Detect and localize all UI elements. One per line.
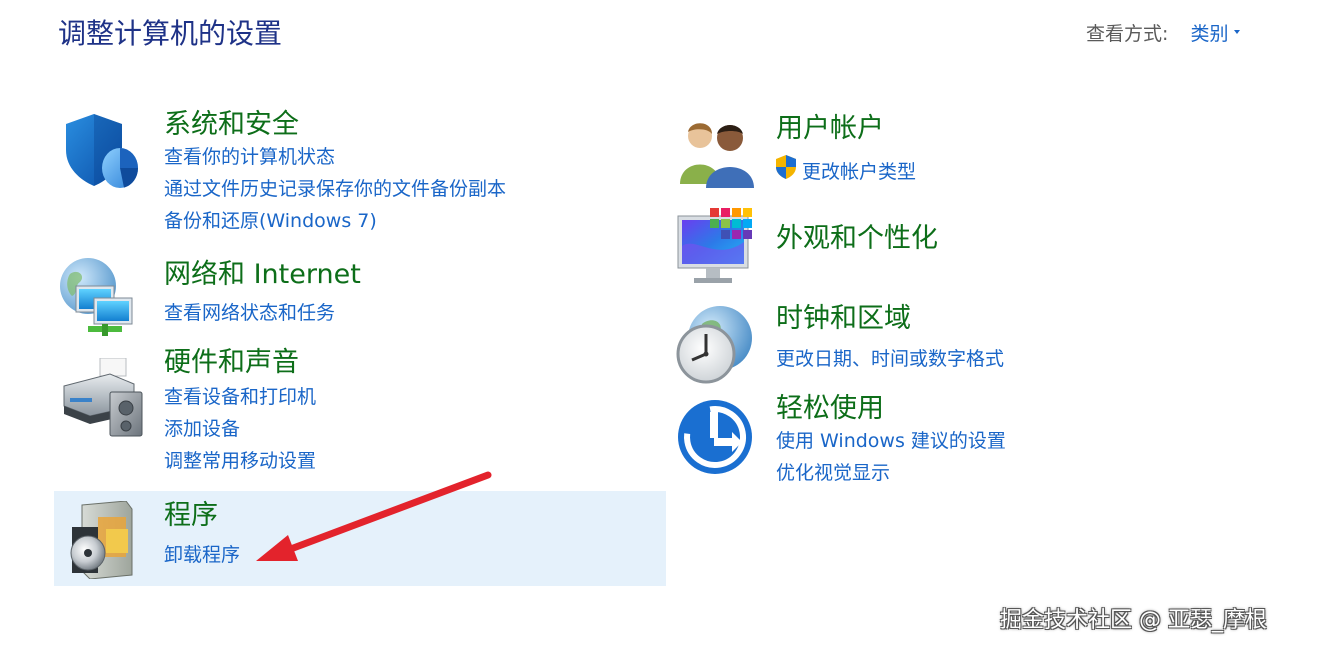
link-uninstall-program[interactable]: 卸载程序: [164, 542, 240, 568]
link-change-account-type[interactable]: 更改帐户类型: [774, 154, 916, 189]
page-title: 调整计算机的设置: [58, 17, 283, 50]
printer-speaker-icon[interactable]: [60, 358, 144, 438]
view-by: 查看方式: 类别: [1086, 20, 1241, 48]
view-by-dropdown[interactable]: 类别: [1190, 23, 1241, 45]
network-globe-icon[interactable]: [58, 256, 138, 342]
category-title-clock-region[interactable]: 时钟和区域: [776, 302, 911, 336]
category-title-user-accounts[interactable]: 用户帐户: [776, 112, 884, 146]
view-by-label: 查看方式:: [1086, 23, 1169, 45]
link-file-history-backup[interactable]: 通过文件历史记录保存你的文件备份副本: [164, 176, 506, 202]
category-title-programs[interactable]: 程序: [164, 499, 218, 533]
clock-globe-icon[interactable]: [672, 304, 756, 386]
category-system-security: 系统和安全 查看你的计算机状态 通过文件历史记录保存你的文件备份副本 备份和还原…: [54, 100, 666, 245]
category-network-internet: 网络和 Internet 查看网络状态和任务: [54, 252, 666, 336]
dropdown-caret-icon[interactable]: [1234, 29, 1241, 34]
link-backup-restore[interactable]: 备份和还原(Windows 7): [164, 208, 377, 234]
category-ease-of-access: 轻松使用 使用 Windows 建议的设置 优化视觉显示: [668, 388, 1268, 488]
category-title-hardware-sound[interactable]: 硬件和声音: [164, 346, 299, 380]
category-title-network-internet[interactable]: 网络和 Internet: [164, 258, 361, 292]
category-title-ease-of-access[interactable]: 轻松使用: [776, 392, 884, 426]
link-windows-recommended-settings[interactable]: 使用 Windows 建议的设置: [776, 428, 1006, 454]
category-appearance: 外观和个性化: [668, 204, 1268, 294]
ease-of-access-icon[interactable]: [676, 398, 754, 476]
programs-disc-icon[interactable]: [68, 501, 140, 579]
users-icon[interactable]: [678, 118, 754, 188]
category-title-appearance[interactable]: 外观和个性化: [776, 222, 938, 256]
link-view-computer-status[interactable]: 查看你的计算机状态: [164, 144, 335, 170]
link-view-devices-printers[interactable]: 查看设备和打印机: [164, 384, 316, 410]
security-shield-icon[interactable]: [62, 112, 140, 192]
link-optimize-visual-display[interactable]: 优化视觉显示: [776, 460, 890, 486]
annotation-arrow-icon: [256, 471, 492, 561]
link-view-network-status[interactable]: 查看网络状态和任务: [164, 300, 335, 326]
category-hardware-sound: 硬件和声音 查看设备和打印机 添加设备 调整常用移动设置: [54, 340, 666, 480]
link-change-date-time-format[interactable]: 更改日期、时间或数字格式: [776, 346, 1004, 372]
view-by-value[interactable]: 类别: [1190, 23, 1228, 45]
category-user-accounts: 用户帐户 更改帐户类型: [668, 104, 1268, 194]
category-title-system-security[interactable]: 系统和安全: [164, 108, 299, 142]
link-change-account-type-label[interactable]: 更改帐户类型: [802, 161, 916, 183]
watermark: 掘金技术社区 @ 亚瑟_摩根: [1000, 608, 1267, 633]
uac-shield-icon: [774, 154, 798, 187]
category-clock-region: 时钟和区域 更改日期、时间或数字格式: [668, 296, 1268, 386]
link-add-device[interactable]: 添加设备: [164, 416, 240, 442]
monitor-colors-icon[interactable]: [676, 206, 758, 288]
